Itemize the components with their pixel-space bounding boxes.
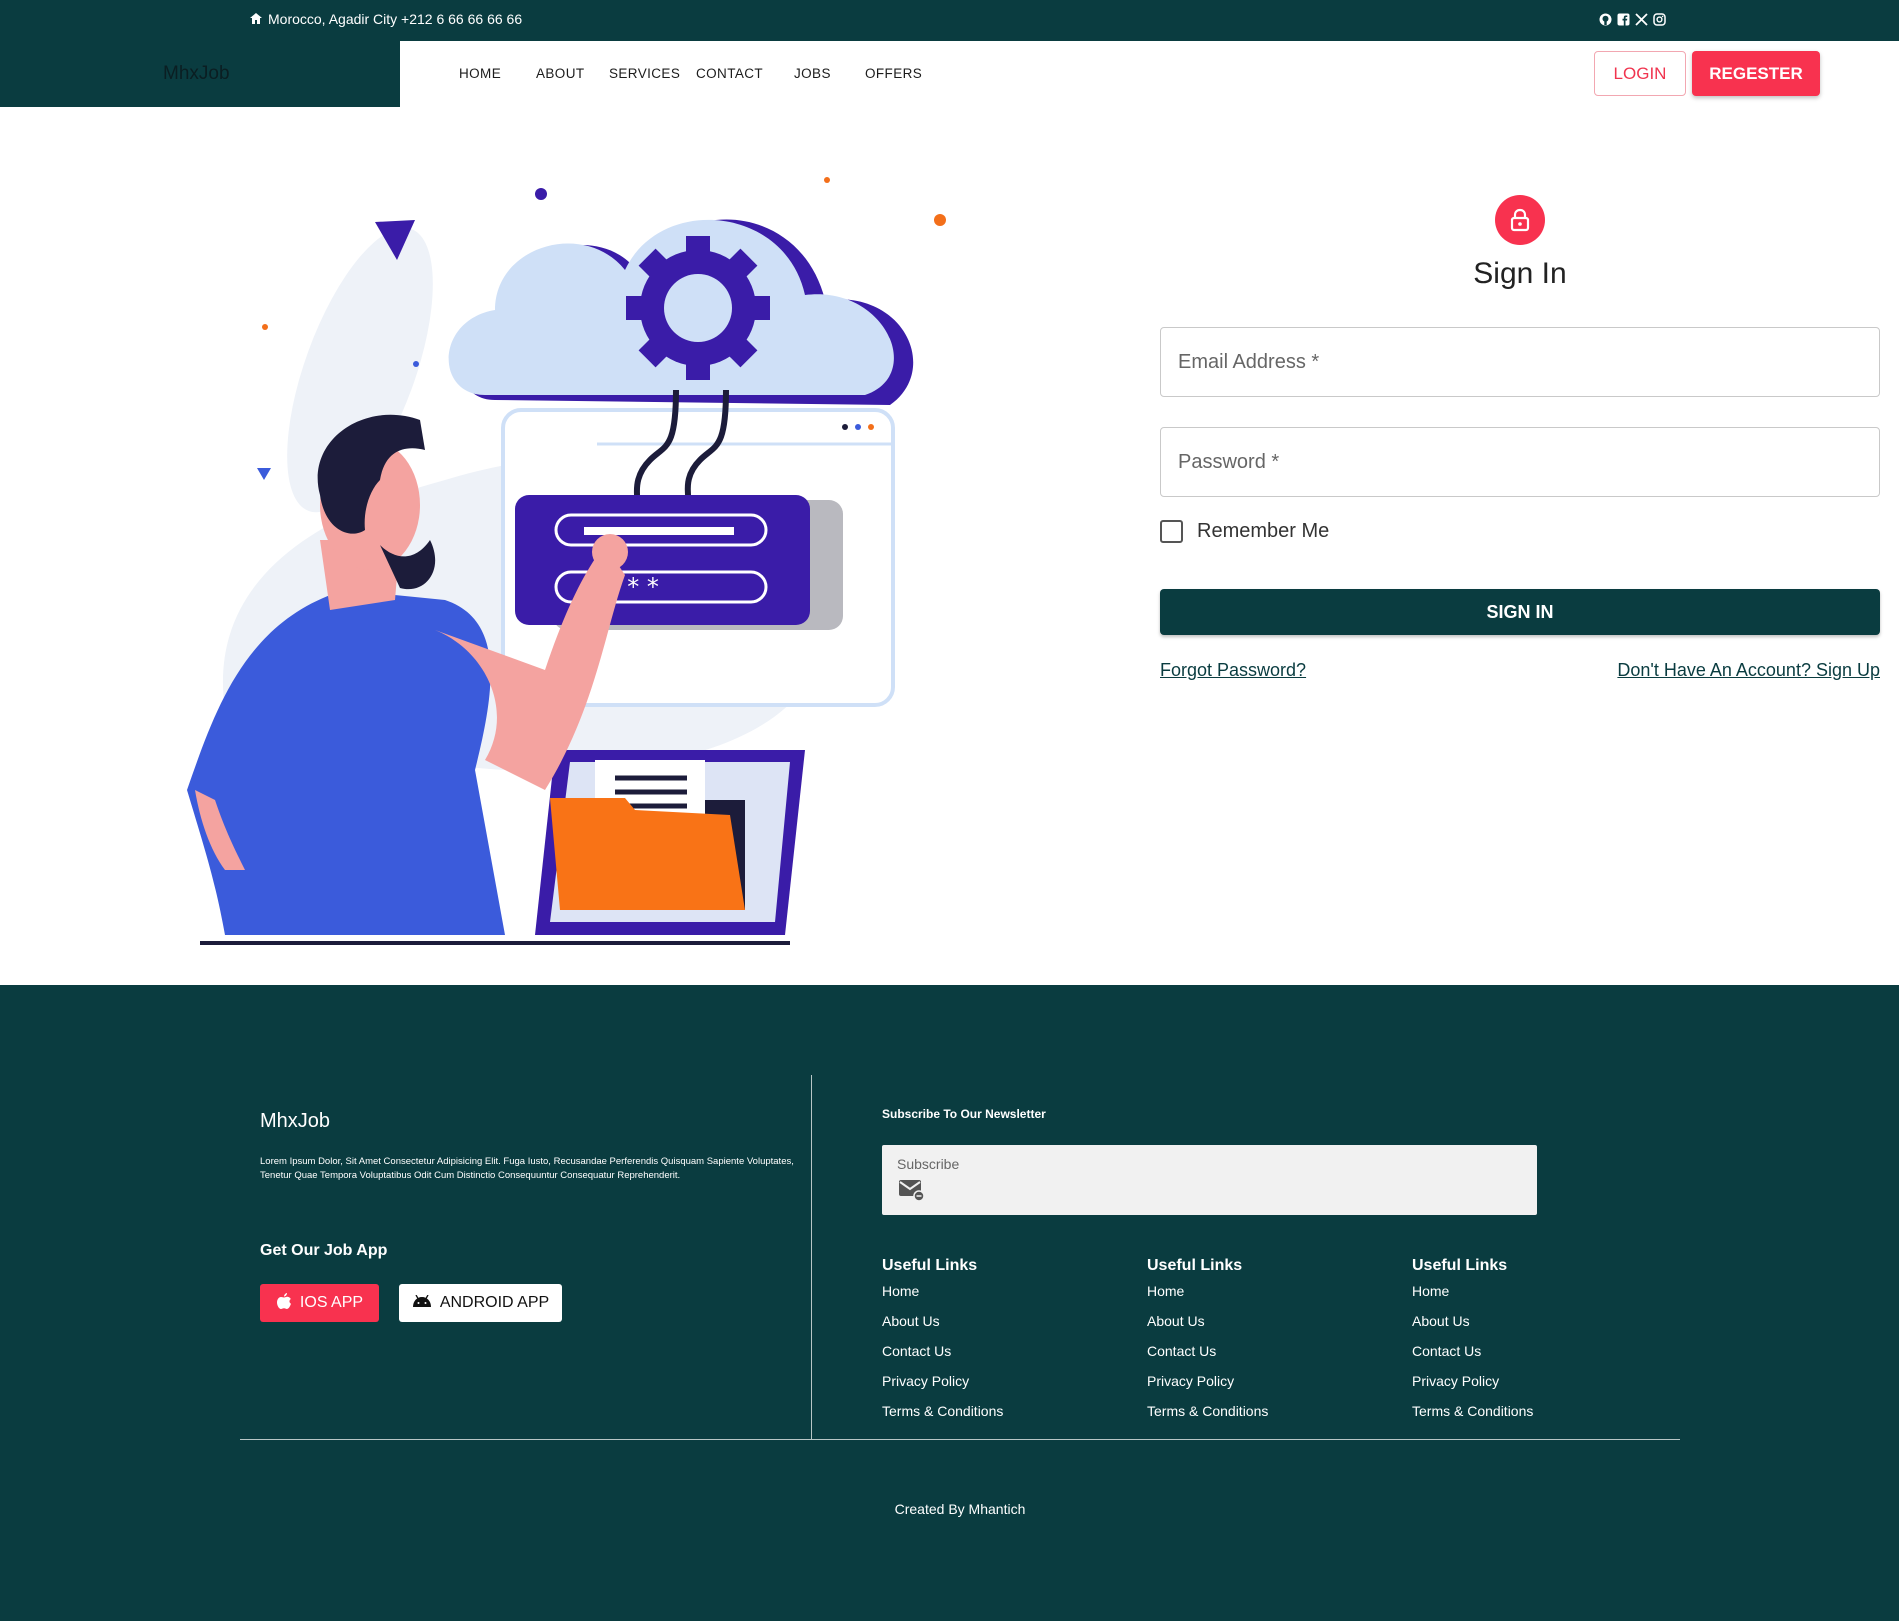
footer-link-about[interactable]: About Us [1412,1309,1533,1339]
footer-divider-vertical [811,1075,812,1440]
footer-link-about[interactable]: About Us [1147,1309,1268,1339]
top-bar: Morocco, Agadir City +212 6 66 66 66 66 [0,0,1899,41]
footer-credit: Created By Mhantich [894,1501,1026,1517]
footer-link-terms[interactable]: Terms & Conditions [1147,1399,1268,1429]
nav-home[interactable]: HOME [459,66,501,81]
footer-links-column-3: Useful Links Home About Us Contact Us Pr… [1412,1257,1533,1429]
footer-link-privacy[interactable]: Privacy Policy [1412,1369,1533,1399]
footer-brand: MhxJob [260,1110,331,1132]
forgot-password-link[interactable]: Forgot Password? [1160,660,1306,681]
password-placeholder: Password * [1178,451,1280,473]
signin-title: Sign In [1473,257,1567,290]
nav-offers[interactable]: OFFERS [865,66,922,81]
footer-link-contact[interactable]: Contact Us [1147,1339,1268,1369]
password-field[interactable]: Password * [1160,427,1880,497]
footer-links-title: Useful Links [1147,1257,1243,1274]
signin-button[interactable]: SIGN IN [1160,589,1880,635]
navigation: MhxJob HOME ABOUT SERVICES CONTACT JOBS … [0,41,1899,107]
footer: MhxJob Lorem Ipsum Dolor, Sit Amet Conse… [0,985,1899,1621]
nav-contact[interactable]: CONTACT [696,66,763,81]
ios-app-label: IOS APP [299,1294,364,1311]
email-field[interactable]: Email Address * [1160,327,1880,397]
footer-link-about[interactable]: About Us [882,1309,1003,1339]
app-title: Get Our Job App [260,1242,388,1259]
android-icon [412,1294,432,1312]
email-placeholder: Email Address * [1178,351,1320,373]
mail-icon [899,1180,925,1207]
remember-me: Remember Me [1160,520,1329,543]
login-button[interactable]: LOGIN [1594,51,1686,96]
footer-link-home[interactable]: Home [1412,1279,1533,1309]
footer-link-privacy[interactable]: Privacy Policy [1147,1369,1268,1399]
footer-link-home[interactable]: Home [1147,1279,1268,1309]
brand-block: MhxJob [0,41,400,107]
facebook-icon[interactable] [1617,13,1630,26]
footer-link-privacy[interactable]: Privacy Policy [882,1369,1003,1399]
login-illustration: * * * * [185,150,955,950]
footer-links-column-1: Useful Links Home About Us Contact Us Pr… [882,1257,1003,1429]
footer-link-terms[interactable]: Terms & Conditions [882,1399,1003,1429]
social-links [1599,13,1666,26]
apple-icon [276,1292,292,1315]
android-app-label: ANDROID APP [439,1294,550,1311]
brand-logo[interactable]: MhxJob [163,63,230,85]
footer-link-terms[interactable]: Terms & Conditions [1412,1399,1533,1429]
remember-label[interactable]: Remember Me [1197,520,1329,543]
subscribe-placeholder: Subscribe [897,1156,960,1172]
lock-icon [1495,195,1545,245]
ios-app-button[interactable]: IOS APP [260,1284,379,1322]
nav-jobs[interactable]: JOBS [794,66,831,81]
nav-services[interactable]: SERVICES [609,66,680,81]
footer-link-home[interactable]: Home [882,1279,1003,1309]
x-icon[interactable] [1635,13,1648,26]
footer-links-column-2: Useful Links Home About Us Contact Us Pr… [1147,1257,1268,1429]
nav-about[interactable]: ABOUT [536,66,585,81]
subscribe-input[interactable]: Subscribe [882,1145,1537,1215]
signup-link[interactable]: Don't Have An Account? Sign Up [1617,660,1880,681]
footer-links-title: Useful Links [1412,1257,1508,1274]
footer-description-line2: Tenetur Quae Tempora Voluptatibus Odit C… [260,1170,681,1181]
footer-description-line1: Lorem Ipsum Dolor, Sit Amet Consectetur … [260,1156,794,1167]
github-icon[interactable] [1599,13,1612,26]
location-info: Morocco, Agadir City +212 6 66 66 66 66 [250,11,522,27]
remember-checkbox[interactable] [1160,520,1183,543]
footer-divider-horizontal [240,1439,1680,1440]
footer-link-contact[interactable]: Contact Us [882,1339,1003,1369]
android-app-button[interactable]: ANDROID APP [399,1284,562,1322]
location-text: Morocco, Agadir City +212 6 66 66 66 66 [268,11,523,27]
footer-link-contact[interactable]: Contact Us [1412,1339,1533,1369]
home-icon [250,11,262,27]
newsletter-title: Subscribe To Our Newsletter [882,1107,1046,1121]
register-button[interactable]: REGESTER [1692,51,1820,96]
footer-links-title: Useful Links [882,1257,978,1274]
instagram-icon[interactable] [1653,13,1666,26]
footer-description: Lorem Ipsum Dolor, Sit Amet Consectetur … [260,1155,800,1183]
